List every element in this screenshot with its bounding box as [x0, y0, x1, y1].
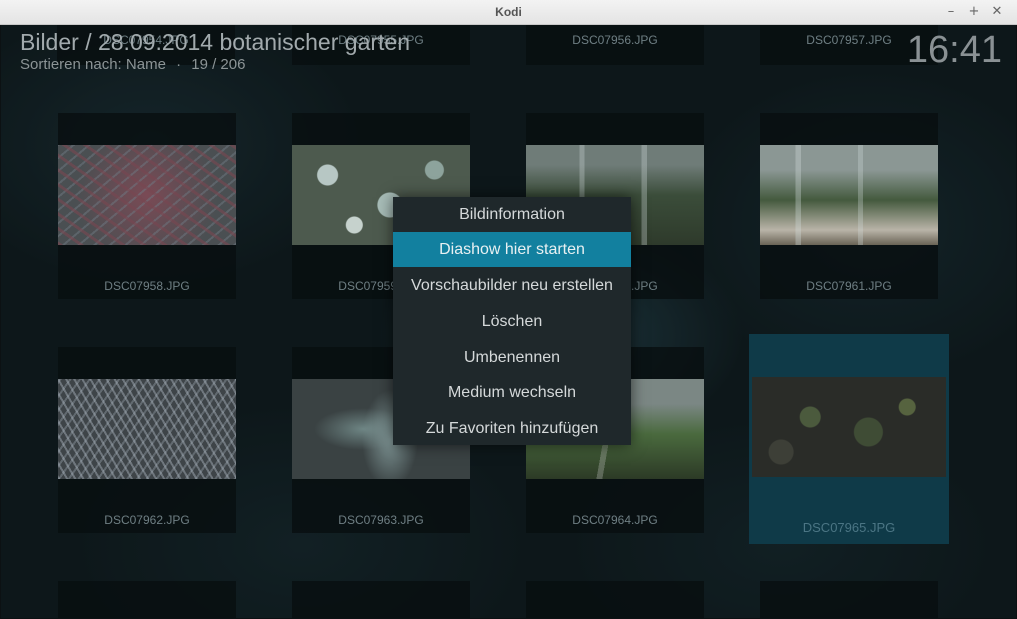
thumbnail-tile[interactable]: DSC07961.JPG — [760, 113, 938, 299]
photo-thumbnail — [58, 379, 236, 479]
thumbnail-tile[interactable] — [526, 581, 704, 618]
photo-thumbnail — [760, 145, 938, 245]
clock: 16:41 — [906, 29, 1002, 71]
menu-item-vorschaubilder-neu[interactable]: Vorschaubilder neu erstellen — [393, 268, 631, 303]
menu-item-loeschen[interactable]: Löschen — [393, 304, 631, 339]
thumbnail-tile[interactable] — [58, 581, 236, 618]
thumbnail-caption: DSC07961.JPG — [806, 279, 892, 293]
maximize-button[interactable]: + — [965, 3, 983, 21]
thumbnail-tile[interactable] — [760, 581, 938, 618]
context-menu: Bildinformation Diashow hier starten Vor… — [393, 197, 631, 445]
menu-item-bildinformation[interactable]: Bildinformation — [393, 197, 631, 232]
thumbnail-caption: DSC07965.JPG — [802, 520, 896, 535]
window-title: Kodi — [495, 5, 522, 19]
page-title: Bilder / 28.09.2014 botanischer garten — [20, 29, 410, 55]
separator-dot: · — [176, 56, 182, 73]
minimize-button[interactable]: – — [942, 3, 960, 21]
photo-thumbnail — [58, 145, 236, 245]
kodi-app: DSC07954.JPG DSC07955.JPG DSC07956.JPG D… — [1, 25, 1016, 618]
thumbnail-tile[interactable]: DSC07962.JPG — [58, 347, 236, 533]
page-header: Bilder / 28.09.2014 botanischer garten S… — [20, 29, 410, 73]
menu-item-medium-wechseln[interactable]: Medium wechseln — [393, 375, 631, 410]
sort-label: Sortieren nach: Name — [20, 56, 166, 73]
thumbnail-caption: DSC07958.JPG — [104, 279, 190, 293]
thumbnail-tile[interactable]: DSC07956.JPG — [526, 25, 704, 65]
thumbnail-caption: DSC07964.JPG — [572, 513, 658, 527]
thumbnail-tile[interactable]: DSC07958.JPG — [58, 113, 236, 299]
photo-thumbnail — [752, 377, 946, 477]
sort-info: Sortieren nach: Name · 19 / 206 — [20, 56, 410, 73]
menu-item-diashow-starten[interactable]: Diashow hier starten — [393, 232, 631, 267]
menu-item-umbenennen[interactable]: Umbenennen — [393, 340, 631, 375]
window-titlebar: Kodi – + ✕ — [0, 0, 1017, 25]
thumbnail-caption: DSC07956.JPG — [572, 33, 658, 47]
thumbnail-caption: DSC07963.JPG — [338, 513, 424, 527]
thumbnail-tile[interactable] — [292, 581, 470, 618]
thumbnail-tile-focused[interactable]: DSC07965.JPG — [749, 334, 949, 544]
item-position: 19 / 206 — [191, 56, 246, 73]
thumbnail-caption: DSC07962.JPG — [104, 513, 190, 527]
menu-item-zu-favoriten[interactable]: Zu Favoriten hinzufügen — [393, 411, 631, 446]
close-button[interactable]: ✕ — [988, 3, 1006, 21]
